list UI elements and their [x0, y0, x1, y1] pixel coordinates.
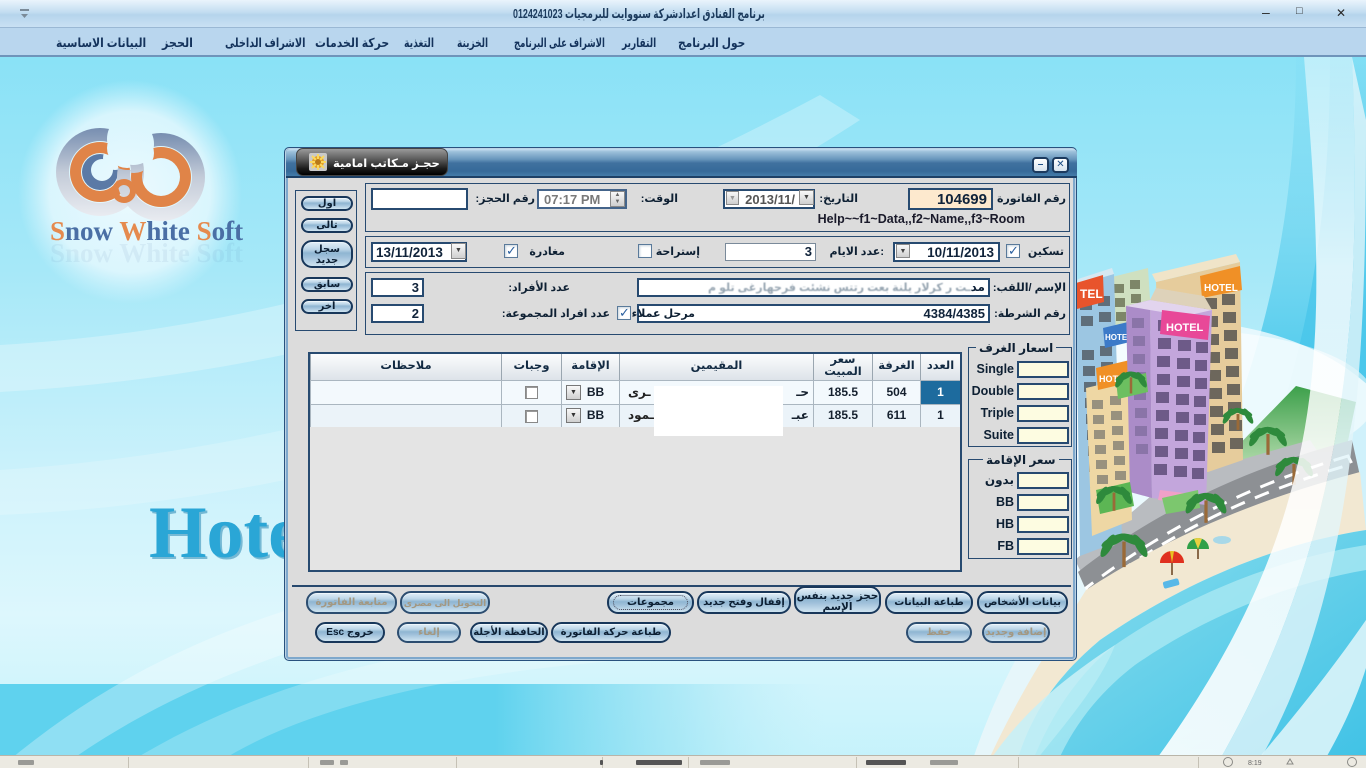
- svg-text:HOTEL: HOTEL: [1166, 322, 1204, 334]
- svg-text:Snow White Soft: Snow White Soft: [50, 238, 243, 268]
- svg-text:HOTEL: HOTEL: [1204, 283, 1238, 294]
- svg-text:TEL: TEL: [1080, 287, 1103, 301]
- svg-text:8:19: 8:19: [1248, 760, 1262, 767]
